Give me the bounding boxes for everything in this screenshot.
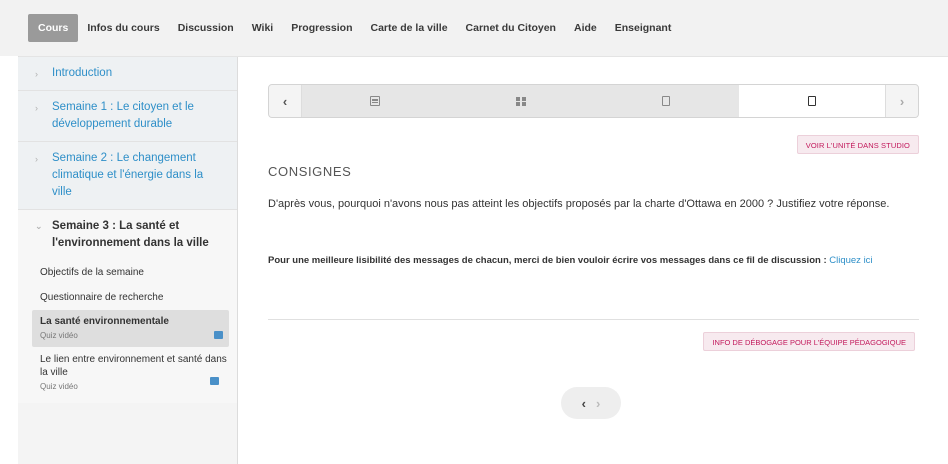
video-icon: [369, 96, 380, 106]
tab-wiki[interactable]: Wiki: [243, 14, 283, 42]
bottom-prev-button[interactable]: ‹: [582, 396, 586, 411]
external-link-icon: [214, 331, 223, 339]
discussion-prompt: D'après vous, pourquoi n'avons nous pas …: [268, 198, 890, 210]
tab-enseignant[interactable]: Enseignant: [606, 14, 681, 42]
staff-debug-info-button[interactable]: INFO DE DÉBOGAGE POUR L'ÉQUIPE PÉDAGOGIQ…: [703, 332, 915, 351]
note-text: Pour une meilleure lisibilité des messag…: [268, 255, 827, 266]
course-outline-sidebar: › Introduction › Semaine 1 : Le citoyen …: [18, 57, 238, 464]
section-heading: CONSIGNES: [268, 164, 352, 179]
chapter-semaine-1[interactable]: › Semaine 1 : Le citoyen et le développe…: [18, 91, 237, 142]
sequence-item-document[interactable]: [594, 85, 740, 117]
subsection-sante-environnementale[interactable]: La santé environnementale Quiz vidéo: [32, 310, 229, 347]
subsection-label: Objectifs de la semaine: [40, 267, 144, 278]
sequence-item-current[interactable]: [739, 85, 885, 117]
subsection-label: Le lien entre environnement et santé dan…: [40, 354, 227, 378]
tab-aide[interactable]: Aide: [565, 14, 606, 42]
sequence-item-problem[interactable]: [448, 85, 594, 117]
document-icon: [808, 96, 817, 106]
chevron-right-icon: ›: [35, 154, 38, 164]
unit-content: ‹ › VOIR L'UNITÉ DANS STUDIO CONSIGNES D…: [239, 57, 948, 464]
subsection-objectifs[interactable]: Objectifs de la semaine: [18, 260, 237, 285]
chevron-down-icon: ⌄: [35, 221, 43, 231]
bottom-next-button[interactable]: ›: [596, 396, 600, 411]
tab-carnet-du-citoyen[interactable]: Carnet du Citoyen: [457, 14, 565, 42]
tab-infos-du-cours[interactable]: Infos du cours: [78, 14, 168, 42]
subsection-meta: Quiz vidéo: [40, 382, 78, 391]
tab-progression[interactable]: Progression: [282, 14, 361, 42]
chevron-right-icon: ›: [35, 103, 38, 113]
view-in-studio-button[interactable]: VOIR L'UNITÉ DANS STUDIO: [796, 135, 919, 154]
external-link-icon: [210, 377, 219, 385]
chapter-subsections: Objectifs de la semaine Questionnaire de…: [18, 260, 237, 403]
chapter-label: Semaine 3 : La santé et l'environnement …: [52, 220, 209, 249]
bottom-sequence-nav: ‹ ›: [561, 387, 621, 419]
course-nav-bar: Cours Infos du cours Discussion Wiki Pro…: [0, 0, 948, 56]
chapter-label: Introduction: [52, 67, 113, 79]
chapter-semaine-3[interactable]: ⌄ Semaine 3 : La santé et l'environnemen…: [18, 210, 237, 260]
tab-carte-de-la-ville[interactable]: Carte de la ville: [362, 14, 457, 42]
discussion-note: Pour une meilleure lisibilité des messag…: [268, 252, 908, 269]
sequence-prev-button[interactable]: ‹: [269, 85, 302, 117]
chapter-label: Semaine 2 : Le changement climatique et …: [52, 152, 204, 198]
subsection-questionnaire[interactable]: Questionnaire de recherche: [18, 285, 237, 310]
subsection-label: Questionnaire de recherche: [40, 292, 164, 303]
chevron-right-icon: ›: [35, 69, 38, 79]
subsection-lien-environnement-sante[interactable]: Le lien entre environnement et santé dan…: [18, 347, 237, 399]
subsection-label: La santé environnementale: [40, 316, 169, 327]
chapter-introduction[interactable]: › Introduction: [18, 57, 237, 91]
sequence-nav: ‹ ›: [268, 84, 919, 118]
tab-discussion[interactable]: Discussion: [169, 14, 243, 42]
sequence-next-button[interactable]: ›: [885, 85, 918, 117]
problem-grid-icon: [515, 96, 526, 106]
tab-cours[interactable]: Cours: [28, 14, 79, 42]
chapter-semaine-2[interactable]: › Semaine 2 : Le changement climatique e…: [18, 142, 237, 210]
discussion-link[interactable]: Cliquez ici: [829, 255, 872, 266]
course-tabs: Cours Infos du cours Discussion Wiki Pro…: [28, 14, 680, 42]
sequence-item-video[interactable]: [302, 85, 448, 117]
subsection-meta: Quiz vidéo: [40, 331, 78, 340]
document-icon: [662, 96, 671, 106]
chapter-label: Semaine 1 : Le citoyen et le développeme…: [52, 101, 194, 130]
content-divider: [268, 319, 919, 320]
